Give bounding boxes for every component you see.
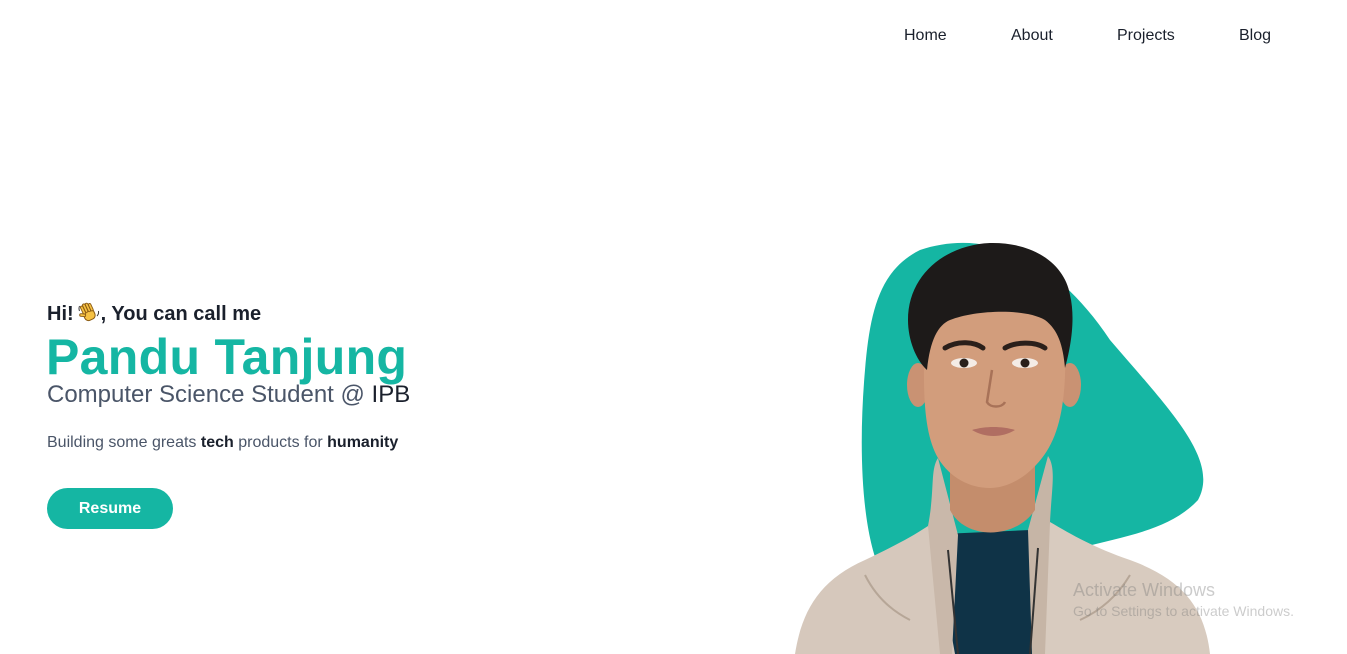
hero-tagline: Building some greats tech products for h… — [47, 434, 398, 452]
greeting-prefix: Hi! — [47, 303, 74, 325]
nav-home-link[interactable]: Home — [904, 27, 947, 45]
role-org: IPB — [371, 381, 411, 408]
waving-hand-icon — [78, 301, 100, 329]
hero-role: Computer Science Student @ IPB — [47, 381, 410, 409]
watermark-title: Activate Windows — [1073, 580, 1216, 600]
nav-blog-link[interactable]: Blog — [1239, 27, 1271, 45]
tagline-tech: tech — [200, 434, 234, 451]
watermark-subtitle: Go to Settings to activate Windows. — [1073, 603, 1294, 619]
hero-name: Pandu Tanjung — [46, 329, 408, 385]
resume-button[interactable]: Resume — [47, 488, 173, 529]
top-nav: Home About Projects Blog — [0, 27, 1347, 49]
tagline-part-2: products for — [233, 434, 328, 451]
greeting: Hi! , You can call me — [47, 301, 261, 329]
role-prefix: Computer Science Student @ — [47, 381, 372, 408]
nav-about-link[interactable]: About — [1011, 27, 1053, 45]
tagline-part-1: Building some greats — [47, 434, 201, 451]
nav-projects-link[interactable]: Projects — [1117, 27, 1175, 45]
greeting-suffix: , You can call me — [100, 303, 262, 325]
tagline-humanity: humanity — [327, 434, 399, 451]
page: Home About Projects Blog Hi! , You can c… — [0, 0, 1347, 654]
